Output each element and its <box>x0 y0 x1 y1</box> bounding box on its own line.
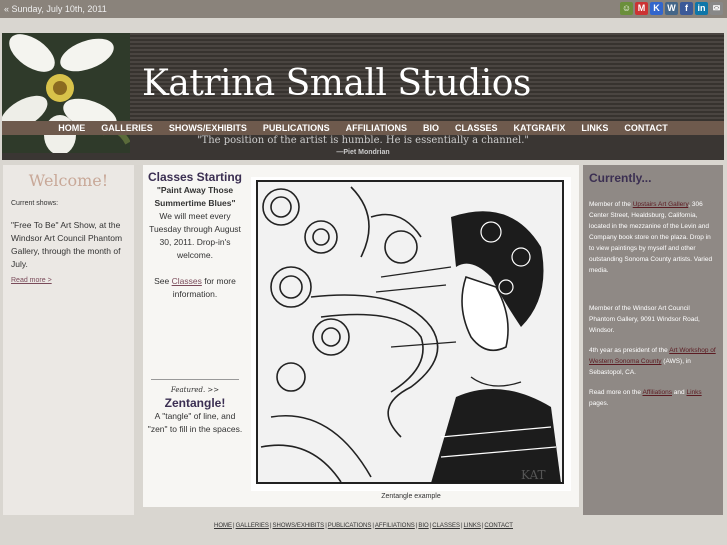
site-header: Katrina Small Studios HOME GALLERIES SHOWS… <box>2 33 724 160</box>
footer-link-contact[interactable]: CONTACT <box>484 523 513 529</box>
currently-paragraph-4: Read more on the Affiliations and Links … <box>589 387 717 409</box>
facebook-icon[interactable]: f <box>680 2 693 15</box>
footer-link-affiliations[interactable]: AFFILIATIONS <box>375 523 415 529</box>
nav-item-home[interactable]: HOME <box>50 121 93 135</box>
classes-link[interactable]: Classes <box>172 276 202 286</box>
read-more-link[interactable]: Read more > <box>11 277 52 284</box>
current-shows-label: Current shows: <box>11 200 59 207</box>
nav-item-contact[interactable]: CONTACT <box>616 121 675 135</box>
classes-see-more: See Classes for more information. <box>145 275 245 301</box>
welcome-heading: Welcome! <box>28 171 109 190</box>
affiliations-link[interactable]: Affiliations <box>642 389 672 396</box>
currently-paragraph-1: Member of the Upstairs Art Gallery, 306 … <box>589 199 717 276</box>
main-content: Classes Starting "Paint Away Those Summe… <box>143 165 579 507</box>
footer-link-home[interactable]: HOME <box>214 523 232 529</box>
quote-author: —Piet Mondrian <box>336 149 390 156</box>
nav-item-classes[interactable]: CLASSES <box>447 121 506 135</box>
featured-label: Featured. >> <box>151 379 239 397</box>
zentangle-artwork[interactable]: KAT <box>251 177 571 491</box>
classes-title: "Paint Away Those Summertime Blues" <box>154 185 236 208</box>
currently-heading: Currently... <box>589 171 652 185</box>
footer-link-shows-exhibits[interactable]: SHOWS/EXHIBITS <box>273 523 325 529</box>
nav-item-shows-exhibits[interactable]: SHOWS/EXHIBITS <box>161 121 255 135</box>
footer-separator: | <box>460 523 463 529</box>
footer-separator: | <box>269 523 272 529</box>
current-shows-text: "Free To Be" Art Show, at the Windsor Ar… <box>11 220 123 269</box>
upstairs-gallery-link[interactable]: Upstairs Art Gallery <box>633 201 689 208</box>
nav-item-bio[interactable]: BIO <box>415 121 447 135</box>
footer-link-publications[interactable]: PUBLICATIONS <box>328 523 372 529</box>
footer-nav: HOME|GALLERIES|SHOWS/EXHIBITS|PUBLICATIO… <box>0 523 727 529</box>
links-link[interactable]: Links <box>686 389 701 396</box>
zentangle-feature: Featured. >> Zentangle! A "tangle" of li… <box>145 379 245 436</box>
currently-paragraph-3: 4th year as president of the Art Worksho… <box>589 345 717 378</box>
footer-separator: | <box>372 523 374 529</box>
classes-heading: Classes Starting <box>147 170 243 184</box>
footer-link-links[interactable]: LINKS <box>464 523 481 529</box>
currently-paragraph-2: Member of the Windsor Art Council Phanto… <box>589 305 700 334</box>
footer-separator: | <box>325 523 327 529</box>
gmail-icon[interactable]: M <box>635 2 648 15</box>
p3-pre: 4th year as president of the <box>589 347 670 354</box>
main-nav: HOME GALLERIES SHOWS/EXHIBITS PUBLICATIONS A… <box>2 121 724 135</box>
zentangle-heading: Zentangle! <box>164 396 226 410</box>
zentangle-body: A "tangle" of line, and "zen" to fill in… <box>147 411 243 434</box>
nav-item-galleries[interactable]: GALLERIES <box>93 121 161 135</box>
date-text: « Sunday, July 10th, 2011 <box>4 4 107 14</box>
nav-item-links[interactable]: LINKS <box>573 121 616 135</box>
p4-mid: and <box>672 389 687 396</box>
artwork-caption: Zentangle example <box>381 493 441 500</box>
footer-link-galleries[interactable]: GALLERIES <box>236 523 269 529</box>
footer-link-classes[interactable]: CLASSES <box>432 523 460 529</box>
footer-link-bio[interactable]: BIO <box>418 523 428 529</box>
site-title: Katrina Small Studios <box>142 63 531 104</box>
welcome-column: Welcome! Current shows: "Free To Be" Art… <box>3 165 134 515</box>
email-icon[interactable]: ✉ <box>710 2 723 15</box>
see-pre: See <box>154 276 172 286</box>
header-quote: "The position of the artist is humble. H… <box>196 135 530 146</box>
footer-separator: | <box>233 523 235 529</box>
share-icon[interactable]: ☺ <box>620 2 633 15</box>
top-bar: « Sunday, July 10th, 2011 ☺ M K Wf in ✉ <box>0 0 727 18</box>
nav-item-katgrafix[interactable]: KATGRAFIX <box>506 121 574 135</box>
k-icon[interactable]: K <box>650 2 663 15</box>
currently-column: Currently... Member of the Upstairs Art … <box>583 165 723 515</box>
wordpress-icon[interactable]: W <box>665 2 678 15</box>
p1-pre: Member of the <box>589 201 633 208</box>
classes-body: We will meet every Tuesday through Augus… <box>149 211 241 260</box>
p1-post: , 306 Center Street, Healdsburg, Califor… <box>589 201 713 274</box>
linkedin-icon[interactable]: in <box>695 2 708 15</box>
social-icons: ☺ M K Wf in ✉ <box>620 2 723 15</box>
p4-post: pages. <box>589 400 609 407</box>
classes-announcement: Classes Starting "Paint Away Those Summe… <box>145 171 245 301</box>
nav-item-publications[interactable]: PUBLICATIONS <box>255 121 338 135</box>
nav-item-affiliations[interactable]: AFFILIATIONS <box>338 121 415 135</box>
p4-pre: Read more on the <box>589 389 643 396</box>
artwork-signature: KAT <box>521 468 546 482</box>
